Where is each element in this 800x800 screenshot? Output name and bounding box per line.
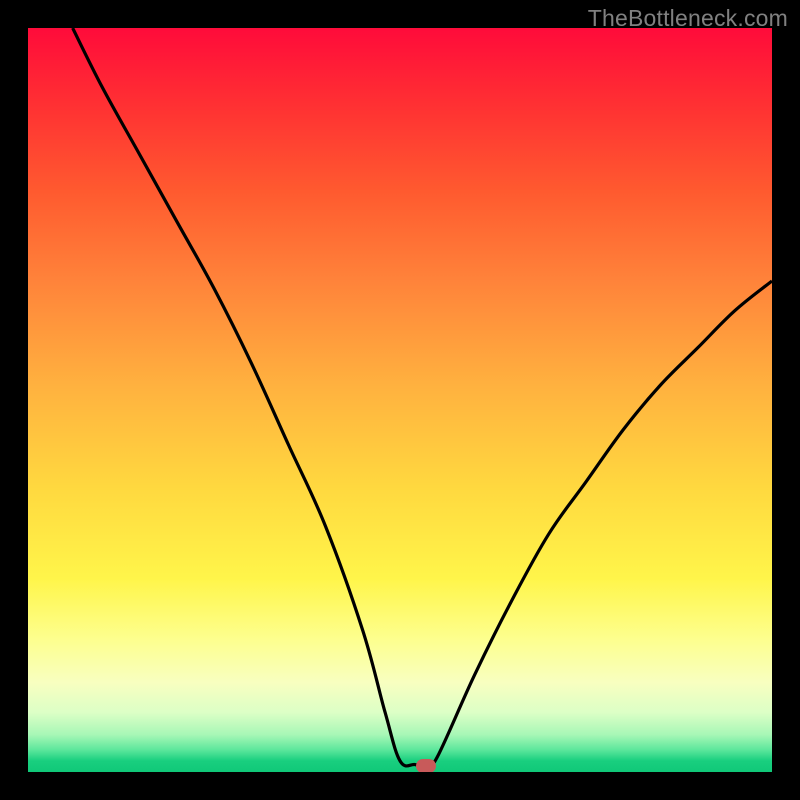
- bottleneck-curve: [73, 28, 772, 767]
- curve-svg: [28, 28, 772, 772]
- attribution-text: TheBottleneck.com: [588, 5, 788, 32]
- plot-area: [28, 28, 772, 772]
- optimum-marker: [416, 759, 436, 772]
- chart-frame: TheBottleneck.com: [0, 0, 800, 800]
